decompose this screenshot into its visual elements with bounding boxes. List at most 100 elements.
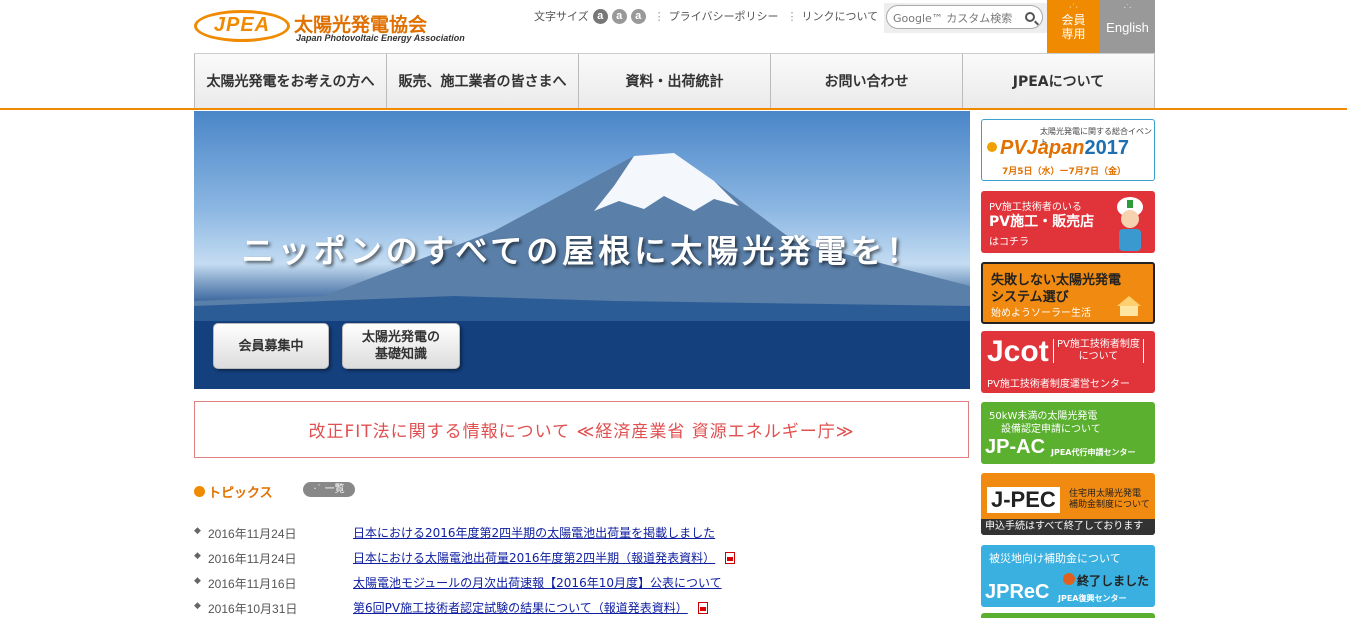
news-link[interactable]: 日本における太陽電池出荷量2016年度第2四半期（報道発表資料） bbox=[353, 549, 736, 566]
shop-line3: はコチラ bbox=[989, 237, 1029, 248]
separator-icon: ⋮ bbox=[653, 10, 665, 23]
jpec-about-line1: 住宅用太陽光発電 bbox=[1069, 489, 1142, 499]
search-placeholder: Google™ カスタム検索 bbox=[893, 12, 1013, 25]
nav-item-about-jpea[interactable]: JPEAについて bbox=[962, 54, 1155, 108]
jpea-logo[interactable]: JPEA 太陽光発電協会 Japan Photovoltaic Energy A… bbox=[194, 8, 534, 48]
pvjapan-year: 2017 bbox=[1084, 137, 1129, 159]
search-icon[interactable] bbox=[1025, 12, 1035, 22]
separator-icon: ⋮ bbox=[786, 10, 798, 23]
ball-icon bbox=[1063, 573, 1075, 585]
news-date: 2016年11月16日 bbox=[208, 577, 297, 591]
english-button[interactable]: ·˙· English bbox=[1100, 0, 1155, 53]
house-icon bbox=[1117, 296, 1141, 316]
search-input[interactable]: Google™ カスタム検索 bbox=[886, 5, 1043, 29]
worker-icon bbox=[1117, 197, 1143, 251]
jprec-logo: JPReC bbox=[985, 581, 1050, 603]
member-label-line1: 会員 bbox=[1061, 13, 1086, 27]
system-line3: 始めようソーラー生活 bbox=[991, 308, 1091, 319]
next-banner-partial[interactable] bbox=[981, 613, 1155, 618]
jcot-banner[interactable]: Jcot PV施工技術者制度 について PV施工技術者制度運営センター bbox=[981, 331, 1155, 393]
search-area: Google™ カスタム検索 bbox=[884, 3, 1047, 33]
member-label-line2: 専用 bbox=[1061, 27, 1086, 41]
jprec-sub: JPEA復興センター bbox=[1058, 594, 1127, 603]
jpac-line2: 設備認定申請について bbox=[1001, 424, 1101, 435]
news-date: 2016年11月24日 bbox=[208, 552, 297, 566]
jcot-about: PV施工技術者制度 について bbox=[1053, 339, 1144, 363]
font-size-label: 文字サイズ bbox=[534, 11, 589, 23]
topics-list-button[interactable]: ·˙ 一覧 bbox=[303, 482, 355, 497]
news-link[interactable]: 日本における2016年度第2四半期の太陽電池出荷量を掲載しました bbox=[353, 524, 715, 541]
jpec-about-line2: 補助金制度について bbox=[1069, 500, 1150, 510]
jprec-ended: 終了しました bbox=[1077, 574, 1150, 588]
jpec-footer: 申込手続はすべて終了しております bbox=[981, 519, 1155, 535]
shop-line2: PV施工・販売店 bbox=[989, 214, 1095, 230]
jpac-banner[interactable]: 50kW未満の太陽光発電 設備認定申請について JP-AC JPEA代行申請セン… bbox=[981, 402, 1155, 464]
news-date: 2016年10月31日 bbox=[208, 602, 298, 616]
nav-divider bbox=[0, 108, 1347, 110]
bullet-icon: ◆ bbox=[194, 526, 201, 536]
font-size-medium-button[interactable]: a bbox=[611, 8, 627, 24]
solar-basics-line2: 基礎知識 bbox=[374, 347, 427, 362]
global-nav: 太陽光発電をお考えの方へ 販売、施工業者の皆さまへ 資料・出荷統計 お問い合わせ… bbox=[194, 53, 1155, 108]
privacy-policy-link[interactable]: プライバシーポリシー bbox=[669, 8, 779, 24]
pvjapan-dates: 7月5日（水）ー7月7日（金） bbox=[1002, 167, 1127, 177]
nav-item-considering-solar[interactable]: 太陽光発電をお考えの方へ bbox=[194, 54, 386, 108]
logo-mark-text: JPEA bbox=[213, 14, 271, 36]
jpac-logo: JP-AC bbox=[985, 436, 1046, 458]
jcot-sub: PV施工技術者制度運営センター bbox=[987, 379, 1130, 390]
pvjapan-banner[interactable]: 太陽光発電に関する総合イベント PVJapan2017 7月5日（水）ー7月7日… bbox=[981, 119, 1155, 181]
news-link[interactable]: 第6回PV施工技術者認定試験の結果について（報道発表資料） bbox=[353, 599, 708, 616]
bullet-icon: ◆ bbox=[194, 551, 201, 561]
jcot-about-line2: について bbox=[1078, 351, 1119, 362]
dots-icon: ·˙ bbox=[313, 484, 325, 495]
jcot-logo: Jcot bbox=[987, 335, 1049, 368]
nav-item-sellers-installers[interactable]: 販売、施工業者の皆さまへ bbox=[386, 54, 578, 108]
jpec-logo: J-PEC bbox=[987, 487, 1060, 513]
system-selection-banner[interactable]: 失敗しない太陽光発電 システム選び 始めようソーラー生活 bbox=[981, 262, 1155, 324]
header: JPEA 太陽光発電協会 Japan Photovoltaic Energy A… bbox=[194, 0, 1155, 53]
solar-basics-line1: 太陽光発電の bbox=[361, 330, 440, 345]
list-item: ◆ 2016年11月24日 日本における太陽電池出荷量2016年度第2四半期（報… bbox=[194, 545, 894, 570]
font-size-small-button[interactable]: a bbox=[630, 8, 646, 24]
jpec-banner[interactable]: J-PEC 住宅用太陽光発電 補助金制度について 申込手続はすべて終了しております bbox=[981, 473, 1155, 535]
jprec-line1: 被災地向け補助金について bbox=[989, 552, 1121, 565]
nav-item-data-statistics[interactable]: 資料・出荷統計 bbox=[578, 54, 770, 108]
nav-item-contact[interactable]: お問い合わせ bbox=[770, 54, 962, 108]
news-title[interactable]: 太陽電池モジュールの月次出荷速報【2016年10月度】公表について bbox=[353, 576, 722, 590]
list-item: ◆ 2016年11月16日 太陽電池モジュールの月次出荷速報【2016年10月度… bbox=[194, 570, 894, 595]
jpec-about: 住宅用太陽光発電 補助金制度について bbox=[1069, 489, 1150, 511]
font-size-large-button[interactable]: a bbox=[592, 8, 608, 24]
jpac-sub: JPEA代行申請センター bbox=[1051, 448, 1136, 457]
links-info-link[interactable]: リンクについて bbox=[801, 8, 878, 24]
utility-links: 文字サイズ a a a ⋮ プライバシーポリシー ⋮ リンクについて bbox=[534, 8, 878, 24]
list-item: ◆ 2016年10月31日 第6回PV施工技術者認定試験の結果について（報道発表… bbox=[194, 595, 894, 618]
news-date: 2016年11月24日 bbox=[208, 527, 297, 541]
list-button-label: 一覧 bbox=[324, 484, 345, 495]
bullet-icon: ◆ bbox=[194, 576, 201, 586]
pv-shop-banner[interactable]: PV施工技術者のいる PV施工・販売店 はコチラ bbox=[981, 191, 1155, 253]
sun-icon bbox=[987, 142, 997, 152]
bullet-icon: ◆ bbox=[194, 601, 201, 611]
english-label: English bbox=[1106, 20, 1149, 35]
news-title[interactable]: 日本における太陽電池出荷量2016年度第2四半期（報道発表資料） bbox=[353, 551, 715, 565]
hero-banner: ニッポンのすべての屋根に太陽光発電を！ 会員募集中 太陽光発電の 基礎知識 bbox=[194, 111, 970, 389]
solar-basics-button[interactable]: 太陽光発電の 基礎知識 bbox=[342, 323, 460, 369]
fit-law-banner[interactable]: 改正FIT法に関する情報について ≪経済産業省 資源エネルギー庁≫ bbox=[194, 401, 969, 458]
pvjapan-title: PVJapan2017 bbox=[1000, 137, 1129, 160]
dots-icon: ·˙· bbox=[1123, 3, 1132, 12]
news-title[interactable]: 日本における2016年度第2四半期の太陽電池出荷量を掲載しました bbox=[353, 526, 715, 540]
pdf-icon bbox=[697, 602, 708, 614]
news-title[interactable]: 第6回PV施工技術者認定試験の結果について（報道発表資料） bbox=[353, 601, 688, 615]
topics-list: ◆ 2016年11月24日 日本における2016年度第2四半期の太陽電池出荷量を… bbox=[194, 520, 894, 618]
logo-english-name: Japan Photovoltaic Energy Association bbox=[296, 33, 465, 43]
jprec-banner[interactable]: 被災地向け補助金について 終了しました JPReC JPEA復興センター bbox=[981, 545, 1155, 607]
topics-title: トピックス bbox=[208, 486, 273, 501]
topics-heading: トピックス bbox=[194, 482, 273, 501]
news-link[interactable]: 太陽電池モジュールの月次出荷速報【2016年10月度】公表について bbox=[353, 574, 722, 591]
member-recruit-button[interactable]: 会員募集中 bbox=[213, 323, 329, 369]
list-item: ◆ 2016年11月24日 日本における2016年度第2四半期の太陽電池出荷量を… bbox=[194, 520, 894, 545]
hero-caption: ニッポンのすべての屋根に太陽光発電を！ bbox=[241, 232, 923, 270]
member-only-button[interactable]: ·˙· 会員 専用 bbox=[1047, 0, 1100, 53]
pdf-icon bbox=[725, 552, 736, 564]
dots-icon: ·˙· bbox=[1068, 3, 1079, 12]
